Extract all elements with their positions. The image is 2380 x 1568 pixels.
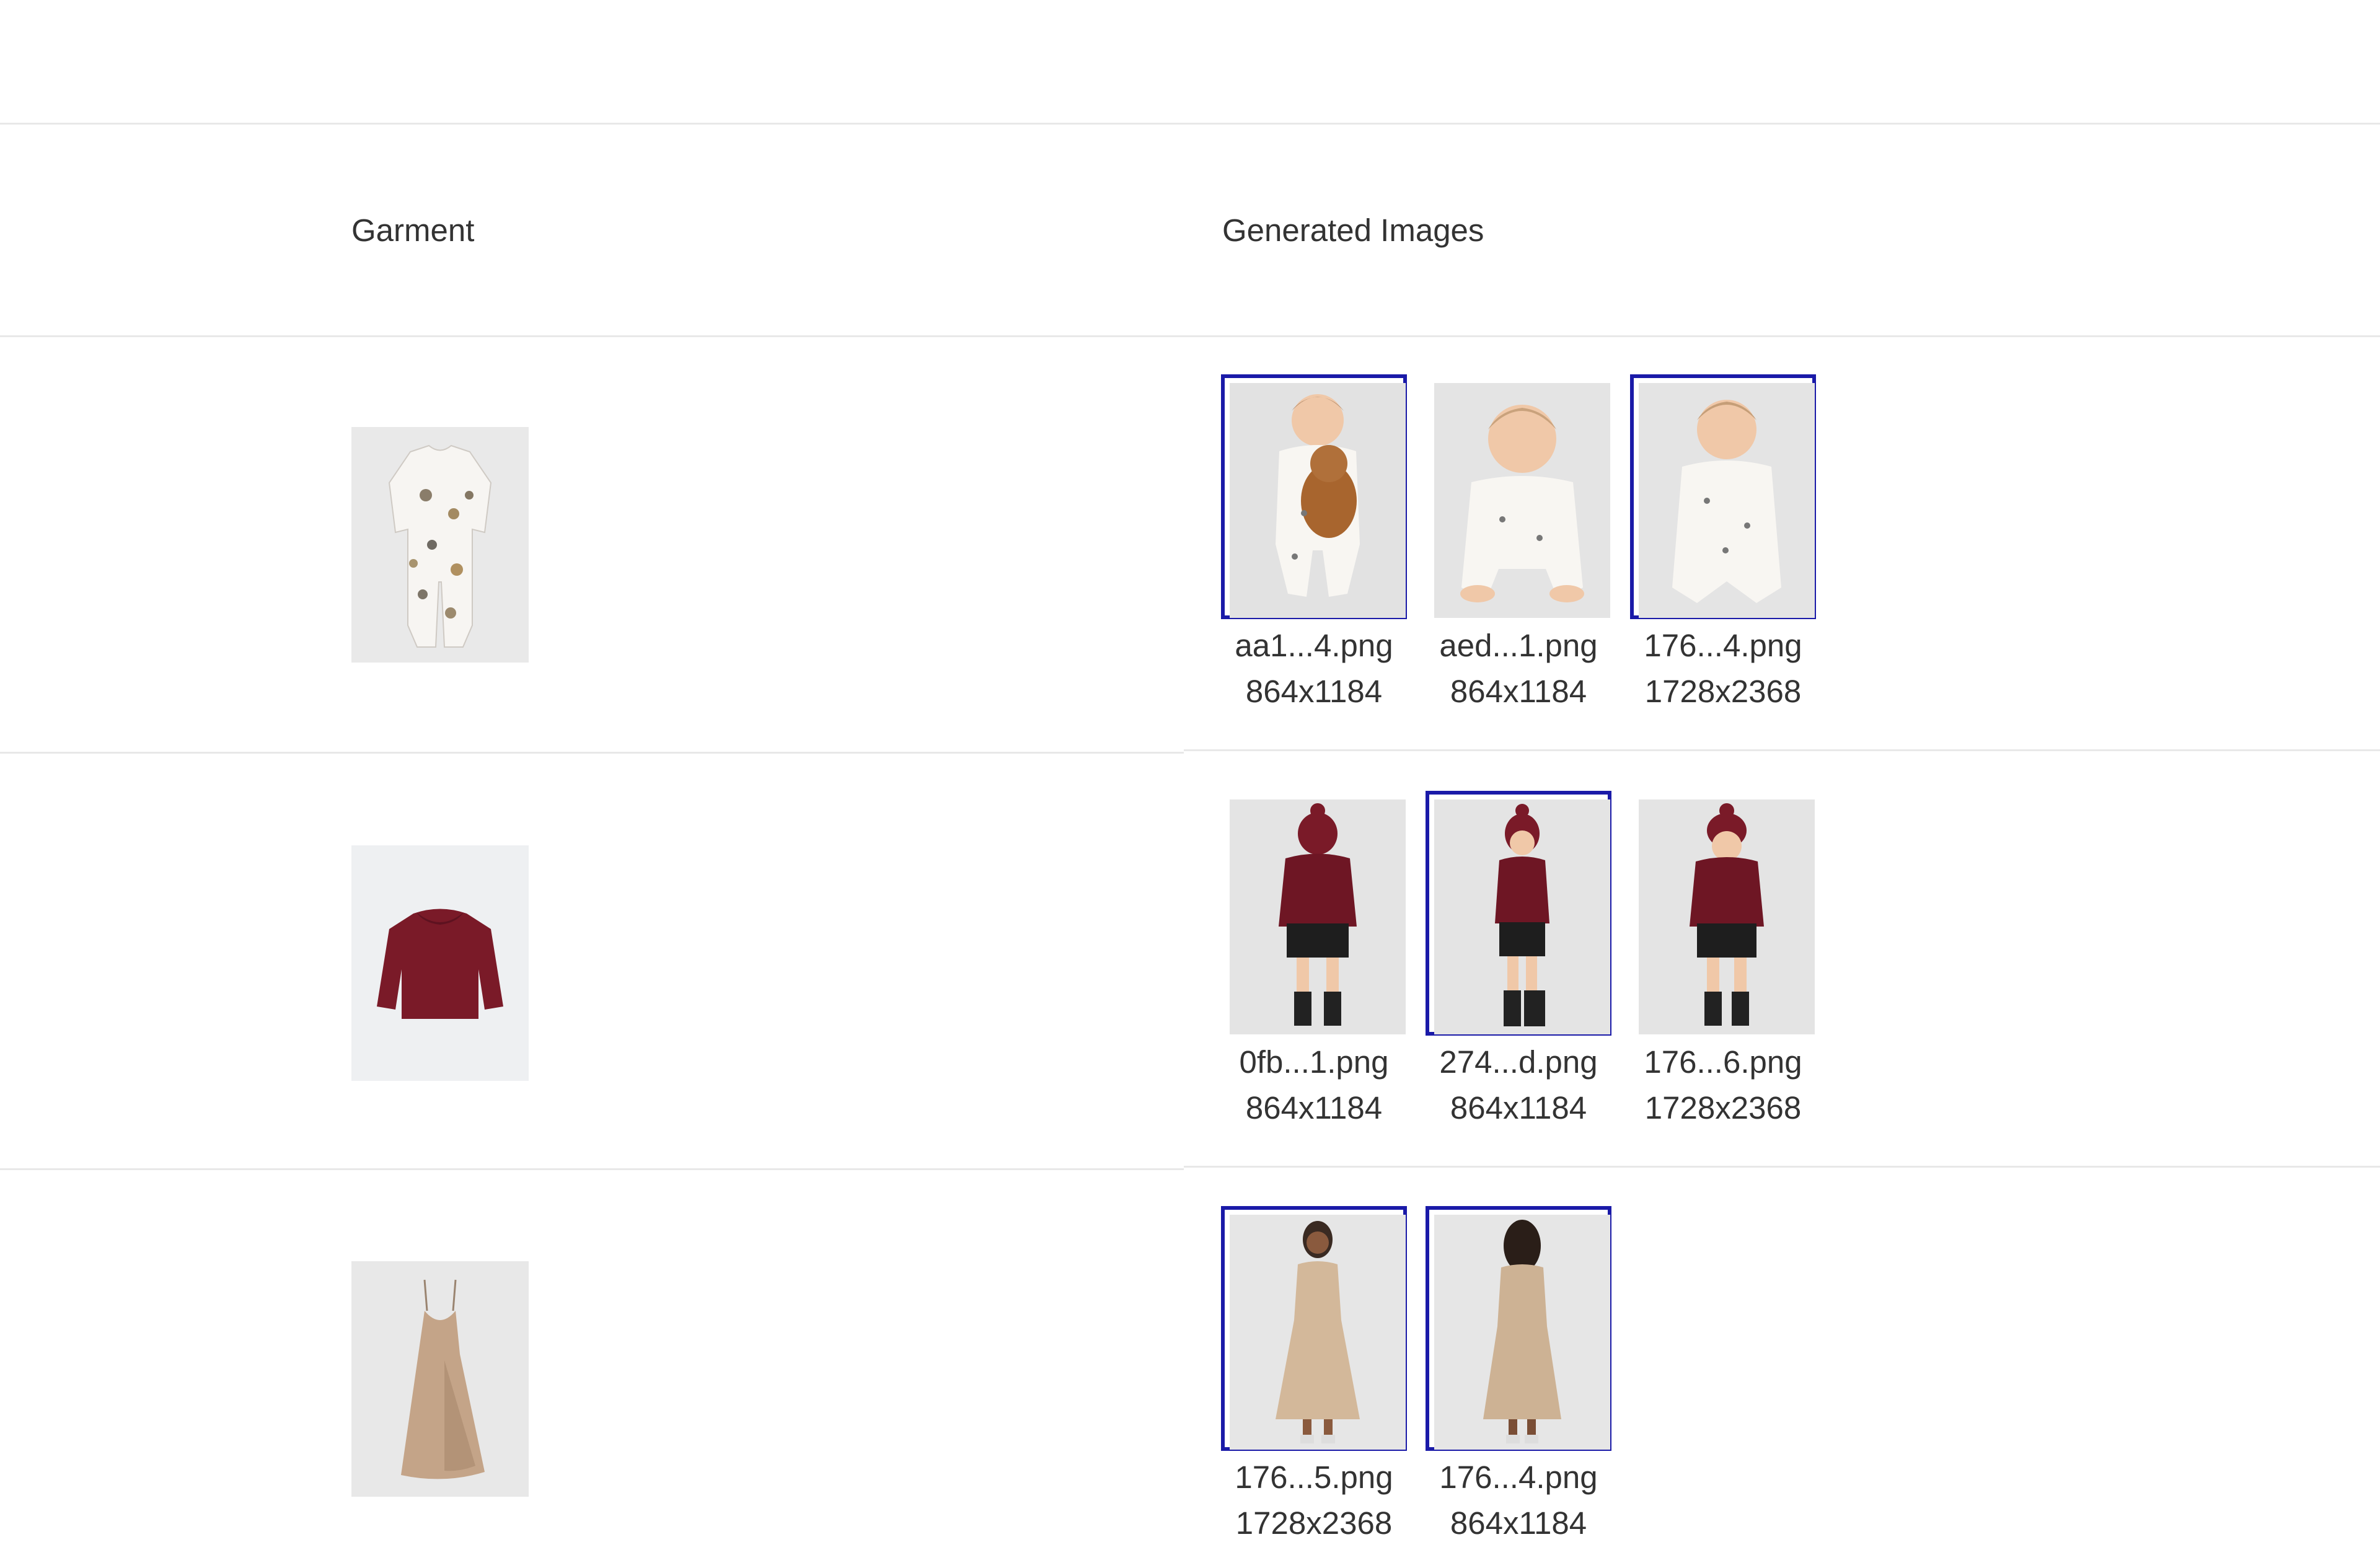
garment-thumbnail[interactable] [351,845,529,1081]
table-row: aa1...4.png 864x1184 aed...1.png 864x118… [0,337,2380,754]
generated-image-frame[interactable] [1221,1206,1407,1451]
image-dimensions: 1728x2368 [1235,1505,1393,1541]
baby-crawling-photo [1434,383,1610,618]
woman-back-dress-photo [1434,1215,1610,1450]
generated-image-frame[interactable] [1426,1206,1611,1451]
satin-slip-dress-garment-icon [351,1261,529,1497]
girl-front-view-photo [1639,799,1815,1034]
image-filename: aa1...4.png [1235,628,1393,663]
image-filename: 176...6.png [1644,1044,1802,1080]
image-dimensions: 864x1184 [1450,1090,1587,1125]
woman-front-dress-photo [1230,1215,1406,1450]
table-row: 0fb...1.png 864x1184 274...d.png 864x118… [0,754,2380,1170]
generated-image-frame[interactable] [1426,374,1611,619]
generated-image-frame[interactable] [1630,791,1816,1036]
image-dimensions: 1728x2368 [1644,1090,1802,1125]
image-dimensions: 1728x2368 [1644,674,1802,709]
generated-image-frame[interactable] [1426,791,1611,1036]
image-filename: 0fb...1.png [1239,1044,1389,1080]
column-header-generated-images: Generated Images [1222,212,1484,248]
garment-thumbnail[interactable] [351,1261,529,1497]
baby-with-teddy-photo [1230,383,1406,618]
generated-image-frame[interactable] [1221,374,1407,619]
image-dimensions: 864x1184 [1450,1505,1587,1541]
image-dimensions: 864x1184 [1245,1090,1383,1125]
image-filename: 176...5.png [1235,1460,1393,1495]
table-row: 176...5.png 1728x2368 176...4.png 864x11… [0,1170,2380,1568]
column-header-garment: Garment [351,212,475,248]
top-bar [0,0,2380,125]
burgundy-sweater-garment-icon [351,845,529,1081]
image-filename: 274...d.png [1439,1044,1598,1080]
image-filename: aed...1.png [1439,628,1598,663]
generated-images-page: Garment Generated Images aa1...4.png 864… [0,0,2380,1568]
baby-sleeper-garment-icon [351,427,529,663]
girl-side-view-photo [1434,799,1610,1034]
image-dimensions: 864x1184 [1450,674,1587,709]
image-filename: 176...4.png [1439,1460,1598,1495]
table-header-row: Garment Generated Images [0,125,2380,337]
row-divider [1184,1166,2380,1168]
baby-sitting-photo [1639,383,1815,618]
generated-image-frame[interactable] [1630,374,1816,619]
generated-image-frame[interactable] [1221,791,1407,1036]
row-divider [1184,749,2380,751]
garment-thumbnail[interactable] [351,427,529,663]
image-filename: 176...4.png [1644,628,1802,663]
girl-back-view-photo [1230,799,1406,1034]
image-dimensions: 864x1184 [1245,674,1383,709]
